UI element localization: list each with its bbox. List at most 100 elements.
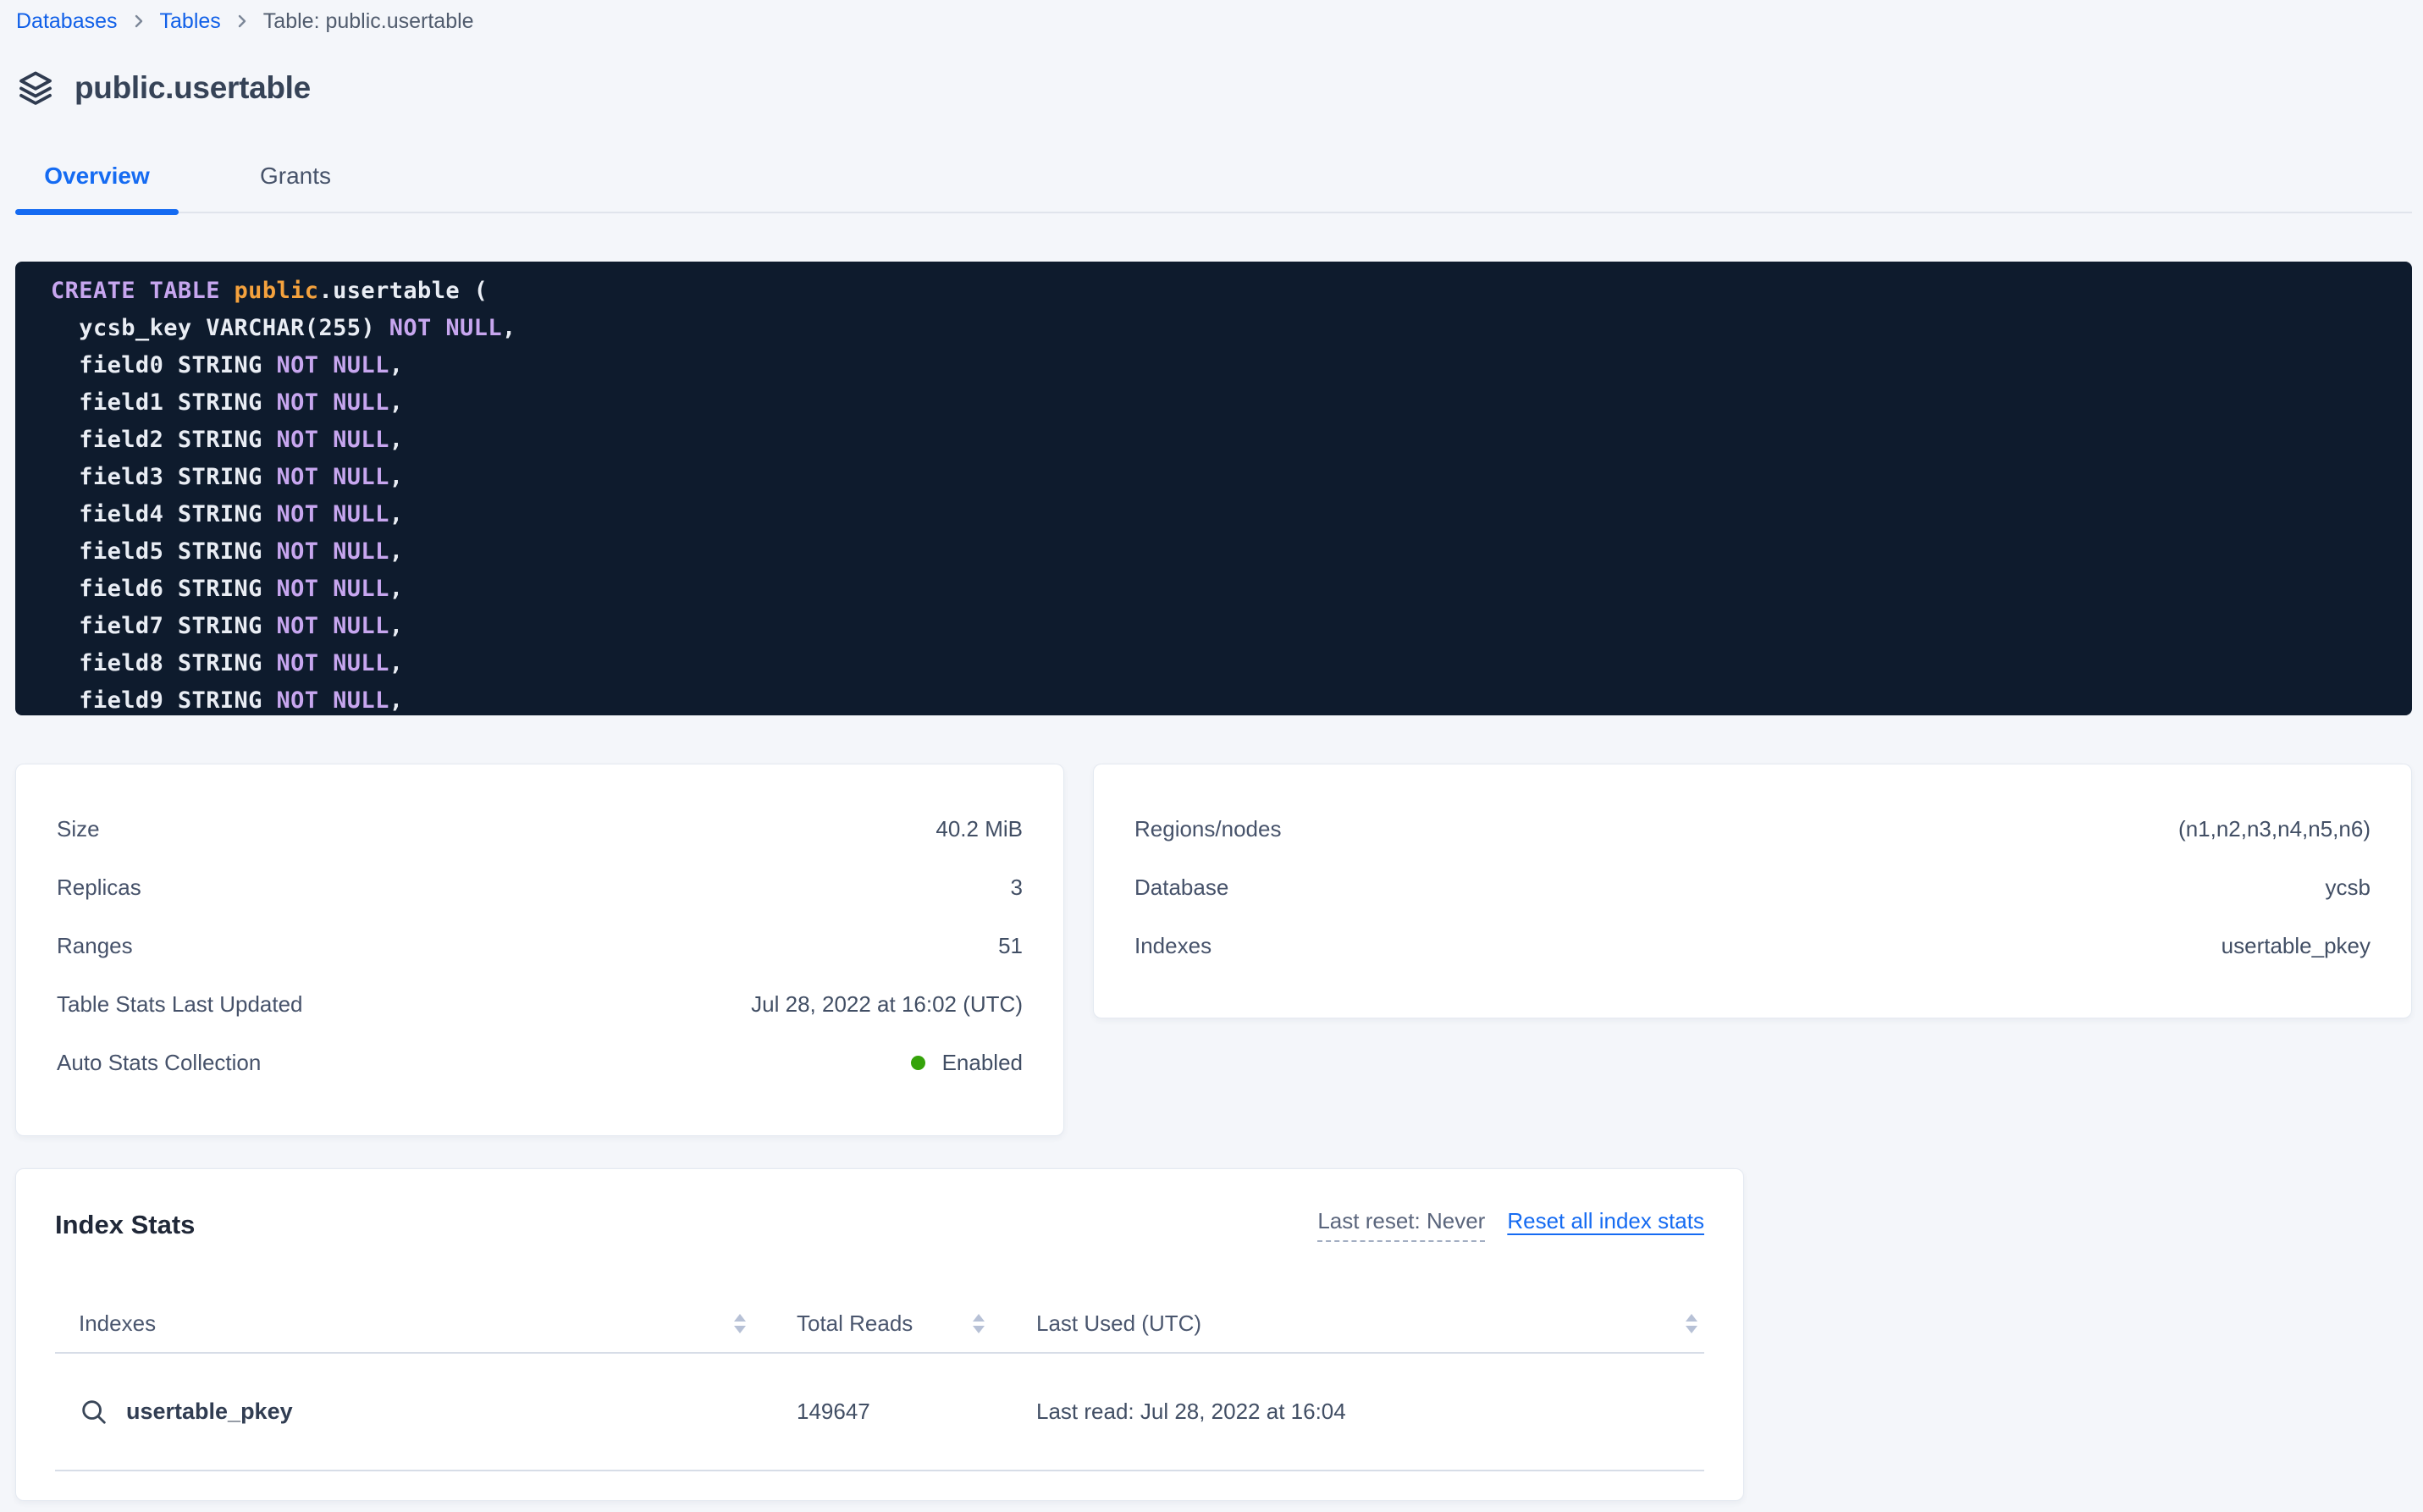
- table-details-rows: Regions/nodes(n1,n2,n3,n4,n5,n6)Database…: [1134, 800, 2371, 975]
- index-name: usertable_pkey: [126, 1399, 293, 1425]
- sql-text: ,: [389, 613, 404, 639]
- sql-keyword: NOT NULL: [277, 576, 389, 602]
- sql-keyword: NOT NULL: [277, 501, 389, 527]
- sql-keyword: NOT NULL: [277, 650, 389, 676]
- breadcrumb-separator: [133, 12, 145, 30]
- sql-text: ,: [389, 501, 404, 527]
- index-stats-header: Index Stats Last reset: Never Reset all …: [55, 1206, 1704, 1244]
- stat-label: Regions/nodes: [1134, 816, 1281, 842]
- sql-text: .usertable (: [318, 278, 488, 304]
- stat-label: Size: [57, 816, 100, 842]
- column-header-label: Last Used (UTC): [1036, 1311, 1201, 1337]
- table-stats-rows: Size 40.2 MiB Replicas 3 Ranges 51 Table Stats…: [57, 800, 1023, 1092]
- stat-value: Enabled: [911, 1050, 1023, 1076]
- tab-overview[interactable]: Overview: [15, 156, 179, 212]
- breadcrumb: Databases Tables Table: public.usertable: [16, 8, 474, 34]
- total-reads-cell: 149647: [763, 1399, 1000, 1425]
- stat-label: Auto Stats Collection: [57, 1050, 261, 1076]
- index-stats-card: Index Stats Last reset: Never Reset all …: [15, 1168, 1744, 1501]
- last-reset-label: Last reset: Never: [1317, 1208, 1485, 1242]
- tab-grants[interactable]: Grants: [202, 156, 389, 212]
- stat-row: Size 40.2 MiB: [57, 800, 1023, 858]
- sql-text: field0 STRING: [51, 352, 277, 378]
- sort-arrows-icon[interactable]: [1686, 1314, 1697, 1333]
- sort-desc-icon: [973, 1326, 985, 1333]
- breadcrumb-current: Table: public.usertable: [263, 8, 474, 34]
- table-details-card: Regions/nodes(n1,n2,n3,n4,n5,n6)Database…: [1093, 764, 2412, 1018]
- stat-value-text: 51: [998, 933, 1023, 959]
- stat-value: ycsb: [2326, 875, 2371, 901]
- breadcrumb-separator: [236, 12, 248, 30]
- breadcrumb-link-databases[interactable]: Databases: [16, 8, 118, 34]
- page-title: public.usertable: [75, 70, 311, 106]
- reset-all-index-stats-link[interactable]: Reset all index stats: [1507, 1208, 1704, 1234]
- sort-asc-icon: [973, 1314, 985, 1322]
- index-stats-reset-group: Last reset: Never Reset all index stats: [1317, 1208, 1704, 1242]
- column-header-last-used-utc[interactable]: Last Used (UTC): [1000, 1311, 1704, 1337]
- page-header: public.usertable: [15, 68, 311, 108]
- sql-text: ,: [389, 352, 404, 378]
- sql-text: ,: [389, 538, 404, 565]
- column-header-total-reads[interactable]: Total Reads: [763, 1311, 1000, 1337]
- sql-text: ,: [502, 315, 516, 341]
- stat-label: Replicas: [57, 875, 141, 901]
- index-table-header-row: Indexes Total Reads Last Used (UTC): [55, 1294, 1704, 1354]
- layers-icon: [15, 68, 56, 108]
- sql-keyword: NOT NULL: [277, 613, 389, 639]
- sql-text: ,: [389, 427, 404, 453]
- last-used-value: Last read: Jul 28, 2022 at 16:04: [1036, 1399, 1346, 1425]
- stat-value: 3: [1011, 875, 1023, 901]
- sql-line: field9 STRING NOT NULL,: [51, 682, 2395, 715]
- stat-row: Ranges 51: [57, 917, 1023, 975]
- sql-keyword: NOT NULL: [277, 427, 389, 453]
- sort-desc-icon: [1686, 1326, 1697, 1333]
- sql-text: field2 STRING: [51, 427, 277, 453]
- sort-asc-icon: [1686, 1314, 1697, 1322]
- tab-bar: Overview Grants: [15, 156, 2412, 213]
- sql-line: field2 STRING NOT NULL,: [51, 422, 2395, 459]
- stat-value-text: (n1,n2,n3,n4,n5,n6): [2178, 816, 2371, 842]
- sql-text: field5 STRING: [51, 538, 277, 565]
- stat-row: Regions/nodes (n1,n2,n3,n4,n5,n6): [1134, 800, 2371, 858]
- column-header-label: Indexes: [79, 1311, 156, 1337]
- sql-line: field5 STRING NOT NULL,: [51, 533, 2395, 571]
- sql-keyword: NOT NULL: [277, 687, 389, 714]
- index-link[interactable]: usertable_pkey: [79, 1397, 293, 1427]
- sql-line: field4 STRING NOT NULL,: [51, 496, 2395, 533]
- last-used-cell: Last read: Jul 28, 2022 at 16:04: [1000, 1399, 1704, 1425]
- sql-text: ,: [389, 576, 404, 602]
- sql-keyword: NOT NULL: [277, 389, 389, 416]
- sql-text: field7 STRING: [51, 613, 277, 639]
- magnifier-icon: [79, 1397, 109, 1427]
- stat-label: Ranges: [57, 933, 133, 959]
- sql-keyword: NOT NULL: [277, 352, 389, 378]
- stat-value-text: Jul 28, 2022 at 16:02 (UTC): [751, 991, 1023, 1018]
- chevron-right-icon: [133, 12, 145, 30]
- stat-value-text: Enabled: [942, 1050, 1023, 1076]
- sql-line: field3 STRING NOT NULL,: [51, 459, 2395, 496]
- stat-value: Jul 28, 2022 at 16:02 (UTC): [751, 991, 1023, 1018]
- table-row: usertable_pkey 149647 Last read: Jul 28, 2…: [55, 1354, 1704, 1471]
- sort-arrows-icon[interactable]: [734, 1314, 746, 1333]
- column-header-indexes[interactable]: Indexes: [55, 1311, 763, 1337]
- stat-row: Replicas 3: [57, 858, 1023, 917]
- chevron-right-icon: [236, 12, 248, 30]
- sort-asc-icon: [734, 1314, 746, 1322]
- stat-value: (n1,n2,n3,n4,n5,n6): [2178, 816, 2371, 842]
- index-stats-table: Indexes Total Reads Last Used (UTC) userta…: [55, 1294, 1704, 1471]
- stat-label: Table Stats Last Updated: [57, 991, 303, 1018]
- sql-line: CREATE TABLE public.usertable (: [51, 273, 2395, 310]
- sql-text: field3 STRING: [51, 464, 277, 490]
- sort-desc-icon: [734, 1326, 746, 1333]
- sql-text: ,: [389, 687, 404, 714]
- sql-keyword: CREATE TABLE: [51, 278, 235, 304]
- breadcrumb-link-tables[interactable]: Tables: [160, 8, 221, 34]
- stat-row: Auto Stats Collection Enabled: [57, 1034, 1023, 1092]
- sql-text: field4 STRING: [51, 501, 277, 527]
- sql-text: field6 STRING: [51, 576, 277, 602]
- sql-text: ,: [389, 389, 404, 416]
- column-header-label: Total Reads: [797, 1311, 913, 1337]
- sort-arrows-icon[interactable]: [973, 1314, 985, 1333]
- stat-value-text: 40.2 MiB: [936, 816, 1023, 842]
- stat-row: Indexesusertable_pkey: [1134, 917, 2371, 975]
